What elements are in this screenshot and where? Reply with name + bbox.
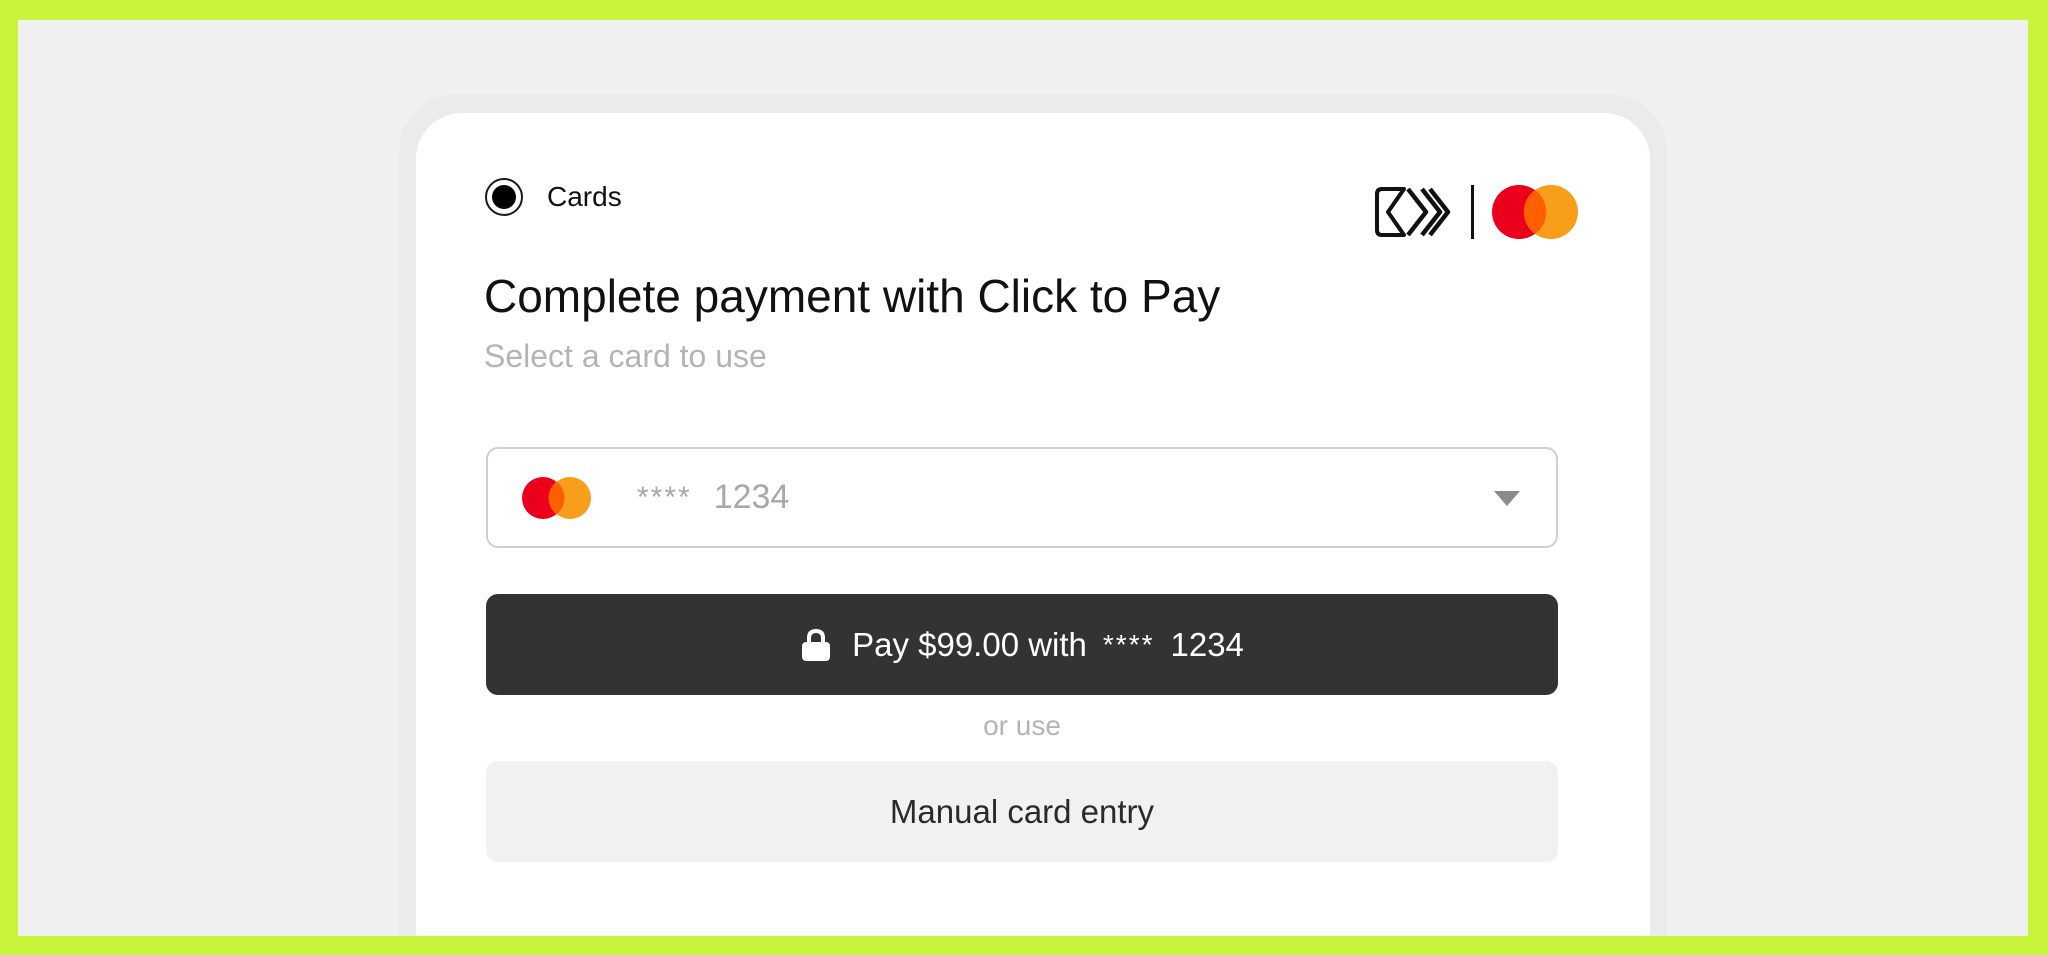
manual-card-entry-button[interactable]: Manual card entry: [486, 761, 1558, 862]
card-masked-digits: ****: [637, 480, 692, 514]
pay-button[interactable]: Pay $99.00 with **** 1234: [486, 594, 1558, 695]
card-select-dropdown[interactable]: **** 1234: [486, 447, 1558, 548]
screenshot-frame: Cards Complete payment with Click to Pay…: [0, 0, 2048, 955]
payment-card-panel: Cards Complete payment with Click to Pay…: [416, 113, 1650, 936]
lock-icon: [802, 628, 831, 661]
logo-divider: [1471, 185, 1474, 239]
pay-last-four: 1234: [1170, 625, 1244, 663]
pay-button-label: Pay $99.00 with: [852, 625, 1087, 663]
mastercard-icon: [1492, 185, 1578, 239]
mastercard-icon: [522, 476, 591, 519]
page-title: Complete payment with Click to Pay: [484, 270, 1221, 322]
click-to-pay-icon: [1375, 187, 1451, 237]
chevron-down-icon[interactable]: [1494, 491, 1520, 506]
brand-logos: [1374, 182, 1579, 242]
cards-radio[interactable]: [485, 178, 523, 216]
cards-option-label: Cards: [547, 181, 622, 212]
card-last-four: 1234: [713, 478, 790, 516]
cards-option[interactable]: Cards: [485, 178, 622, 216]
page-subtitle: Select a card to use: [484, 338, 767, 374]
or-use-divider-text: or use: [983, 710, 1061, 741]
radio-selected-dot: [492, 185, 516, 209]
page-background: Cards Complete payment with Click to Pay…: [18, 20, 2028, 936]
pay-masked-digits: ****: [1102, 628, 1155, 660]
